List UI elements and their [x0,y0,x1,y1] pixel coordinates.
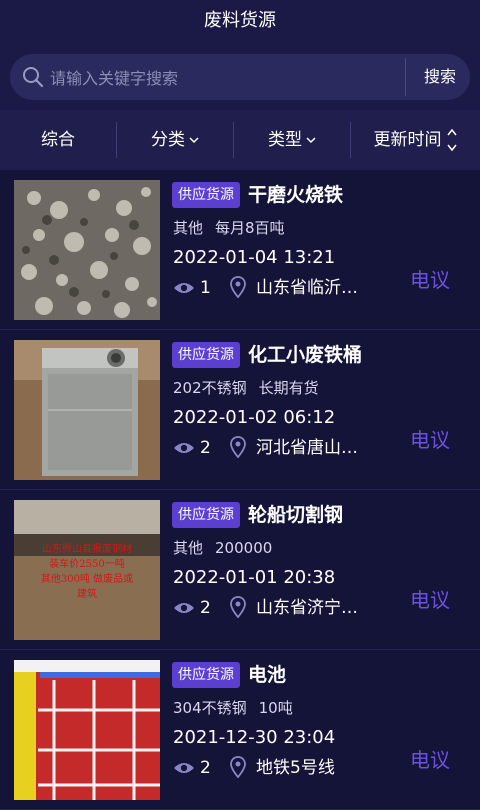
item-material: 304不锈钢 [173,699,247,717]
search-input[interactable] [48,62,402,94]
item-date: 2022-01-01 20:38 [173,567,336,588]
item-title: 化工小废铁桶 [248,344,363,366]
filter-comprehensive[interactable]: 综合 [0,110,116,170]
sort-icon [446,128,457,152]
supply-badge: 供应货源 [172,342,240,368]
filter-label: 类型 [268,130,302,150]
item-meta: 304不锈钢 10吨 [173,696,305,720]
item-meta: 其他 200000 [173,536,284,560]
supply-list: 供应货源 干磨火烧铁 其他 每月8百吨 2022-01-04 13:21 1 山东… [0,170,480,810]
item-meta: 202不锈钢 长期有货 [173,376,331,400]
scrap-metal-image [14,180,160,320]
item-location: 山东省济宁… [256,598,358,618]
item-date: 2021-12-30 23:04 [173,727,336,748]
item-material: 其他 [173,539,204,557]
location-pin-icon [230,436,246,458]
view-count: 1 [200,278,211,298]
item-date: 2022-01-02 06:12 [173,407,336,428]
view-count: 2 [200,598,211,618]
image-caption-line: 山东微山县报废钢材 [42,544,132,555]
eye-icon [174,283,194,293]
item-quantity: 每月8百吨 [215,219,285,237]
item-location: 山东省临沂… [256,278,358,298]
item-location: 河北省唐山… [256,438,358,458]
location-pin-icon [230,276,246,298]
call-button[interactable]: 电议 [410,426,450,454]
page-title: 废料货源 [204,10,276,31]
filter-category[interactable]: 分类 [117,110,233,170]
chevron-down-icon [189,137,199,144]
list-item[interactable]: 供应货源 化工小废铁桶 202不锈钢 长期有货 2022-01-02 06:12 … [0,330,480,490]
item-quantity: 长期有货 [258,379,319,397]
filter-type[interactable]: 类型 [234,110,350,170]
item-meta: 其他 每月8百吨 [173,216,297,240]
call-button[interactable]: 电议 [410,586,450,614]
call-button[interactable]: 电议 [410,266,450,294]
supply-badge: 供应货源 [172,662,240,688]
item-title: 干磨火烧铁 [248,184,344,206]
view-count: 2 [200,438,211,458]
search-divider [405,58,406,96]
image-caption-line: 建筑 [77,589,97,600]
item-title: 电池 [248,664,287,686]
view-count: 2 [200,758,211,778]
image-caption-line: 其他300吨 做废品或 [40,574,134,585]
filter-label: 综合 [41,130,75,150]
item-date: 2022-01-04 13:21 [173,247,336,268]
ship-steel-image: 山东微山县报废钢材 装车价2550一吨 其他300吨 做废品或 建筑 [14,500,160,640]
location-pin-icon [230,756,246,778]
search-bar: 搜索 [10,54,470,100]
location-pin-icon [230,596,246,618]
filter-label: 分类 [151,130,185,150]
list-item[interactable]: 供应货源 干磨火烧铁 其他 每月8百吨 2022-01-04 13:21 1 山东… [0,170,480,330]
search-icon [23,67,44,88]
app-header: 废料货源 搜索 [0,0,480,110]
search-button[interactable]: 搜索 [410,54,470,100]
battery-image [14,660,160,800]
eye-icon [174,603,194,613]
filter-bar: 综合 分类 类型 更新时间 [0,110,480,170]
item-quantity: 200000 [215,539,273,557]
image-caption-line: 装车价2550一吨 [49,559,125,570]
filter-update-time[interactable]: 更新时间 [351,110,480,170]
call-button[interactable]: 电议 [410,746,450,774]
iron-bucket-image [14,340,160,480]
filter-label: 更新时间 [373,130,442,150]
item-title: 轮船切割钢 [248,504,344,526]
supply-badge: 供应货源 [172,182,240,208]
list-item[interactable]: 山东微山县报废钢材 装车价2550一吨 其他300吨 做废品或 建筑 供应货源 … [0,490,480,650]
item-quantity: 10吨 [258,699,293,717]
eye-icon [174,443,194,453]
supply-badge: 供应货源 [172,502,240,528]
list-item[interactable]: 供应货源 电池 304不锈钢 10吨 2021-12-30 23:04 2 地铁5… [0,650,480,810]
item-material: 其他 [173,219,204,237]
chevron-down-icon [306,137,316,144]
eye-icon [174,763,194,773]
item-material: 202不锈钢 [173,379,247,397]
item-location: 地铁5号线 [256,758,335,778]
